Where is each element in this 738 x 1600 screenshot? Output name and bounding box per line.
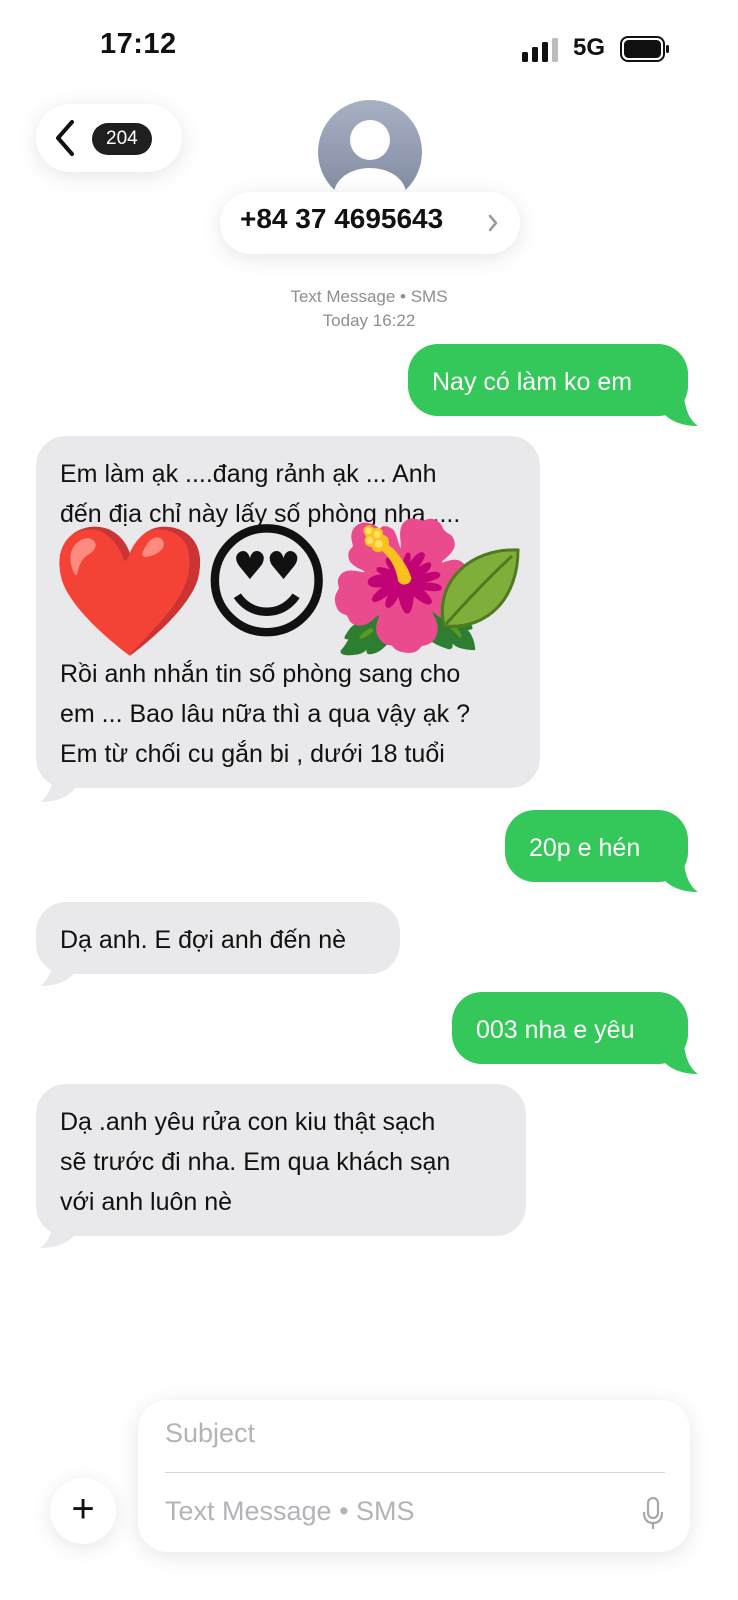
status-time: 17:12 [100,28,177,60]
leaf-sticker [440,548,520,628]
subject-input[interactable]: Subject [165,1418,255,1449]
back-chevron-icon[interactable] [54,119,76,157]
chevron-right-icon[interactable] [488,214,498,232]
message-text: Nay có làm ko em [432,368,633,396]
message-text: Dạ anh. E đợi anh đến nè [60,926,347,954]
message-line: Em làm ạk ....đang rảnh ạk ... Anh [60,460,437,488]
mic-icon[interactable] [642,1497,664,1531]
network-type: 5G [573,34,606,61]
avatar-icon[interactable] [318,100,422,204]
bubble-tail [664,1044,698,1074]
bubble-tail [40,956,74,986]
bubble-tail [664,862,698,892]
unread-count-badge[interactable]: 204 [92,123,152,155]
message-bubble-received[interactable]: Dạ anh. E đợi anh đến nè [36,902,400,974]
message-line: em ... Bao lâu nữa thì a qua vậy ạk ? [60,700,471,728]
message-bubble-received[interactable]: Dạ .anh yêu rửa con kiu thật sạch sẽ trư… [36,1084,526,1236]
message-line: sẽ trước đi nha. Em qua khách sạn [60,1148,451,1176]
message-line: với anh luôn nè [60,1188,233,1216]
composer-divider [165,1472,665,1473]
bubble-tail [40,772,74,802]
thread-service: Text Message • SMS [290,287,448,306]
message-bubble-sent[interactable]: 003 nha e yêu [452,992,688,1064]
message-bubble-sent[interactable]: Nay có làm ko em [408,344,688,416]
heart-eyes-emoji-sticker: 😍 [200,512,334,655]
message-bubble-sent[interactable]: 20p e hén [505,810,688,882]
message-text: 20p e hén [529,834,641,862]
signal-icon [522,38,558,62]
heart-sticker: ❤️ [50,520,210,663]
message-line: Dạ .anh yêu rửa con kiu thật sạch [60,1108,436,1136]
message-text: 003 nha e yêu [476,1016,635,1044]
thread-timestamp: Today 16:22 [322,311,416,330]
bubble-tail [664,396,698,426]
bubble-tail [40,1218,74,1248]
plus-icon[interactable]: + [50,1478,116,1544]
message-input[interactable]: Text Message • SMS [165,1496,415,1527]
battery-icon [620,36,669,62]
contact-name[interactable]: +84 37 4695643 [240,203,443,235]
message-line: Em từ chối cu gắn bi , dưới 18 tuổi [60,740,445,768]
